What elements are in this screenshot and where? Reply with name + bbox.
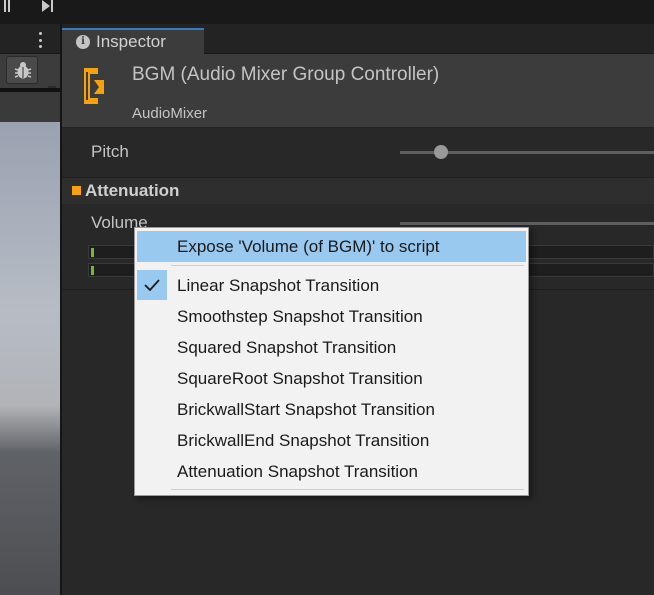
component-title: BGM (Audio Mixer Group Controller) — [132, 64, 440, 85]
menu-item-attenuation[interactable]: Attenuation Snapshot Transition — [137, 456, 526, 487]
pitch-row: Pitch — [62, 134, 654, 170]
kebab-menu-icon[interactable] — [38, 32, 42, 48]
debug-button[interactable] — [6, 56, 38, 84]
menu-separator — [171, 489, 524, 490]
menu-item-linear[interactable]: Linear Snapshot Transition — [137, 270, 526, 301]
volume-slider-track[interactable] — [400, 222, 654, 225]
main-toolbar — [0, 0, 654, 24]
attenuation-marker — [72, 186, 81, 195]
scene-view[interactable] — [0, 122, 60, 595]
context-menu: Expose 'Volume (of BGM)' to script Linea… — [134, 227, 529, 496]
pitch-slider-thumb[interactable] — [434, 145, 448, 159]
left-toolbar — [0, 54, 60, 114]
info-icon: i — [76, 35, 90, 49]
component-subtitle: AudioMixer — [132, 105, 208, 122]
step-icon[interactable] — [40, 0, 54, 12]
menu-item-brickwallend[interactable]: BrickwallEnd Snapshot Transition — [137, 425, 526, 456]
tab-inspector-label: Inspector — [96, 32, 166, 51]
menu-item-brickwallstart[interactable]: BrickwallStart Snapshot Transition — [137, 394, 526, 425]
menu-item-expose-volume[interactable]: Expose 'Volume (of BGM)' to script — [137, 231, 526, 262]
menu-item-squareroot[interactable]: SquareRoot Snapshot Transition — [137, 363, 526, 394]
attenuation-header[interactable]: Attenuation — [62, 178, 654, 204]
tab-inspector[interactable]: i Inspector — [62, 28, 204, 54]
left-tabbar — [0, 24, 60, 54]
attenuation-label: Attenuation — [85, 181, 180, 200]
component-header: BGM (Audio Mixer Group Controller) Audio… — [62, 54, 654, 128]
pause-icon[interactable] — [4, 0, 10, 12]
left-panel — [0, 24, 60, 595]
inspector-tabbar: i Inspector — [62, 24, 654, 54]
menu-separator — [171, 265, 524, 266]
bug-icon — [14, 62, 32, 79]
pitch-label: Pitch — [91, 142, 129, 161]
menu-item-smoothstep[interactable]: Smoothstep Snapshot Transition — [137, 301, 526, 332]
audio-mixer-group-icon — [84, 68, 104, 104]
menu-item-squared[interactable]: Squared Snapshot Transition — [137, 332, 526, 363]
scene-header — [0, 88, 60, 122]
